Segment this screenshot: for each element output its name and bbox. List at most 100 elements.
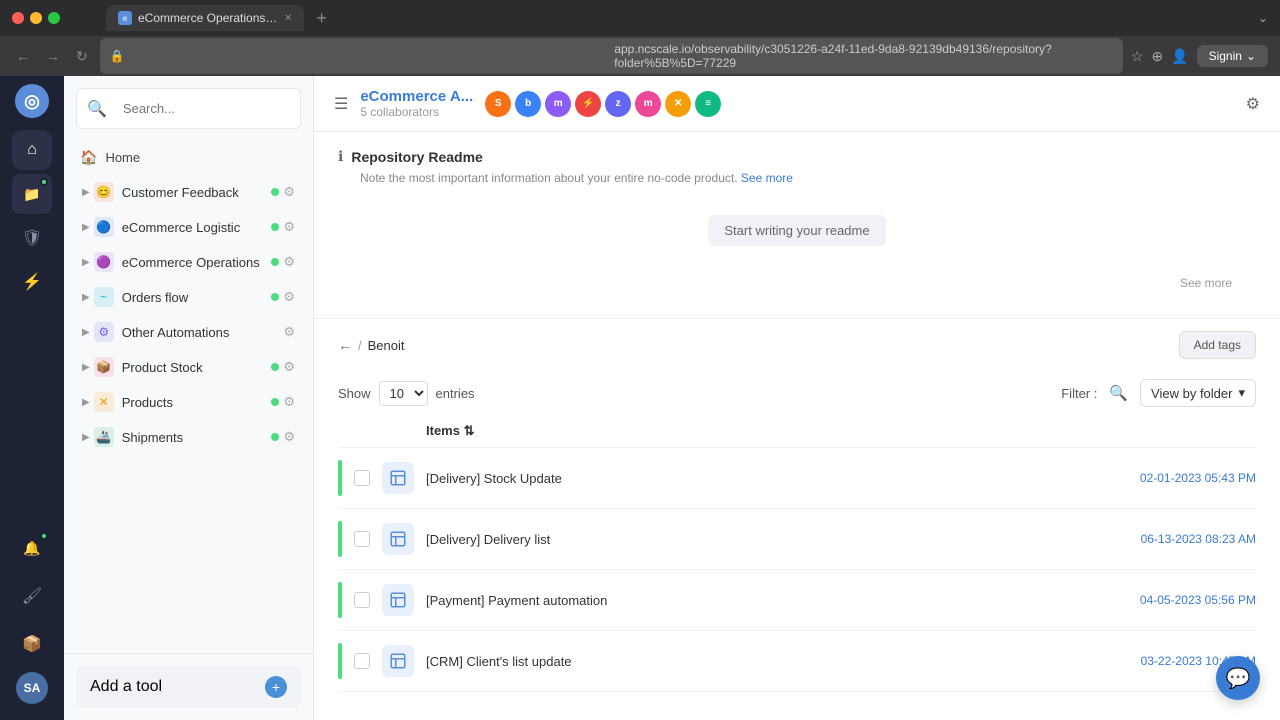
row-checkbox[interactable] (354, 470, 370, 486)
status-dot (271, 188, 279, 196)
expand-icon: ▶ (82, 362, 90, 373)
extension-icon[interactable]: ⊕ (1151, 48, 1163, 65)
sidebar-item-label: Shipments (122, 430, 272, 445)
breadcrumb-bar: ← / Benoit Add tags (314, 319, 1280, 371)
table-row[interactable]: [Delivery] Delivery list 06-13-2023 08:2… (338, 509, 1256, 570)
sidebar-item-ecommerce-operations[interactable]: ▶ 🟣 eCommerce Operations ⚙ (70, 245, 307, 279)
box-icon[interactable]: 📦 (12, 624, 52, 664)
entries-select[interactable]: 10 25 50 (379, 381, 428, 406)
tab-bar: e eCommerce Operations Repo... ✕ + (68, 5, 1250, 31)
expand-icon: ▶ (82, 327, 90, 338)
profile-icon[interactable]: 👤 (1171, 48, 1188, 65)
integration-icon-bar[interactable]: ⚡ (12, 262, 52, 302)
app-container: ◎ ⌂ 📁 🛡 ⚡ 🔔 🖌 📦 SA 🔍 🏠 Home (0, 76, 1280, 720)
bookmark-icon[interactable]: ☆ (1131, 48, 1144, 65)
sidebar-home[interactable]: 🏠 Home (64, 141, 313, 174)
breadcrumb-back-button[interactable]: ← (338, 337, 352, 353)
browser-chrome: e eCommerce Operations Repo... ✕ + ⌄ (0, 0, 1280, 36)
notifications-icon[interactable]: 🔔 (12, 528, 52, 568)
item-settings-icon[interactable]: ⚙ (283, 219, 295, 235)
sidebar-item-products[interactable]: ▶ ✕ Products ⚙ (70, 385, 307, 419)
chat-widget[interactable]: 💬 (1216, 656, 1260, 700)
home-icon-bar[interactable]: ⌂ (12, 130, 52, 170)
active-tab[interactable]: e eCommerce Operations Repo... ✕ (106, 5, 304, 31)
new-tab-button[interactable]: + (312, 8, 331, 29)
table-row[interactable]: [CRM] Client's list update 03-22-2023 10… (338, 631, 1256, 692)
row-checkbox[interactable] (354, 592, 370, 608)
collab-avatar-2: b (515, 91, 541, 117)
add-tool-button[interactable]: Add a tool + (76, 666, 301, 708)
minimize-button[interactable] (30, 12, 42, 24)
tab-close-icon[interactable]: ✕ (284, 13, 292, 24)
sidebar-items-list: ▶ 😊 Customer Feedback ⚙ ▶ 🔵 eCommerce Lo… (64, 174, 313, 455)
sidebar-item-other-automations[interactable]: ▶ ⚙ Other Automations ⚙ (70, 315, 307, 349)
close-button[interactable] (12, 12, 24, 24)
expand-icon: ▶ (82, 222, 90, 233)
collab-avatar-1: S (485, 91, 511, 117)
sidebar-item-product-stock[interactable]: ▶ 📦 Product Stock ⚙ (70, 350, 307, 384)
brush-icon[interactable]: 🖌 (12, 576, 52, 616)
item-settings-icon[interactable]: ⚙ (283, 289, 295, 305)
row-checkbox[interactable] (354, 531, 370, 547)
search-box[interactable]: 🔍 (76, 88, 301, 129)
status-dot (271, 433, 279, 441)
table-row[interactable]: [Payment] Payment automation 04-05-2023 … (338, 570, 1256, 631)
start-writing-button[interactable]: Start writing your readme (708, 215, 885, 246)
nav-right-icons: ☆ ⊕ 👤 Signin ⌄ (1131, 45, 1268, 67)
collab-avatar-4: ⚡ (575, 91, 601, 117)
search-input[interactable] (113, 95, 290, 122)
item-settings-icon[interactable]: ⚙ (283, 324, 295, 340)
tab-menu-button[interactable]: ⌄ (1258, 11, 1268, 25)
sidebar-item-label: Products (122, 395, 272, 410)
tab-title: eCommerce Operations Repo... (138, 11, 278, 25)
sidebar-item-customer-feedback[interactable]: ▶ 😊 Customer Feedback ⚙ (70, 175, 307, 209)
sidebar-item-ecommerce-logistic[interactable]: ▶ 🔵 eCommerce Logistic ⚙ (70, 210, 307, 244)
add-tags-button[interactable]: Add tags (1179, 331, 1256, 359)
status-dot (271, 398, 279, 406)
main-header: ☰ eCommerce A... 5 collaborators S b m ⚡… (314, 76, 1280, 132)
item-icon: ~ (94, 287, 114, 307)
signin-button[interactable]: Signin ⌄ (1197, 45, 1268, 67)
item-settings-icon[interactable]: ⚙ (283, 254, 295, 270)
fullscreen-button[interactable] (48, 12, 60, 24)
app-logo[interactable]: ◎ (15, 84, 49, 118)
view-folder-select[interactable]: View by folder ▾ (1140, 379, 1256, 407)
repo-icon-bar[interactable]: 📁 (12, 174, 52, 214)
forward-button[interactable]: → (42, 44, 64, 68)
row-indicator (338, 643, 342, 679)
address-bar[interactable]: 🔒 app.ncscale.io/observability/c3051226-… (100, 38, 1123, 74)
main-content: ☰ eCommerce A... 5 collaborators S b m ⚡… (314, 76, 1280, 720)
breadcrumb-separator: / (358, 338, 362, 353)
shield-icon-bar[interactable]: 🛡 (12, 218, 52, 258)
readme-see-more-link[interactable]: See more (741, 171, 793, 185)
item-actions: ⚙ (271, 394, 295, 410)
table-search-icon[interactable]: 🔍 (1109, 384, 1128, 402)
row-date: 02-01-2023 05:43 PM (1140, 471, 1256, 485)
item-actions: ⚙ (271, 289, 295, 305)
item-settings-icon[interactable]: ⚙ (283, 429, 295, 445)
collab-avatar-8: ≡ (695, 91, 721, 117)
item-settings-icon[interactable]: ⚙ (283, 184, 295, 200)
status-dot (271, 223, 279, 231)
sidebar: 🔍 🏠 Home ▶ 😊 Customer Feedback ⚙ ▶ 🔵 eCo… (64, 76, 314, 720)
menu-icon[interactable]: ☰ (334, 94, 348, 114)
sidebar-item-label: eCommerce Logistic (122, 220, 272, 235)
item-settings-icon[interactable]: ⚙ (283, 359, 295, 375)
sidebar-item-shipments[interactable]: ▶ 🚢 Shipments ⚙ (70, 420, 307, 454)
collab-avatar-6: m (635, 91, 661, 117)
collaborator-icons: S b m ⚡ z m ✕ ≡ (485, 91, 721, 117)
home-label: Home (105, 150, 140, 165)
sidebar-item-orders-flow[interactable]: ▶ ~ Orders flow ⚙ (70, 280, 307, 314)
back-button[interactable]: ← (12, 44, 34, 68)
repo-title: eCommerce A... (360, 88, 473, 105)
collab-avatar-3: m (545, 91, 571, 117)
settings-gear-icon[interactable]: ⚙ (1246, 96, 1260, 113)
reload-button[interactable]: ↻ (72, 44, 92, 69)
traffic-lights (12, 12, 60, 24)
user-avatar[interactable]: SA (16, 672, 48, 704)
row-name: [CRM] Client's list update (426, 654, 1129, 669)
item-settings-icon[interactable]: ⚙ (283, 394, 295, 410)
row-checkbox[interactable] (354, 653, 370, 669)
table-row[interactable]: [Delivery] Stock Update 02-01-2023 05:43… (338, 448, 1256, 509)
see-more-bottom[interactable]: See more (338, 276, 1256, 302)
